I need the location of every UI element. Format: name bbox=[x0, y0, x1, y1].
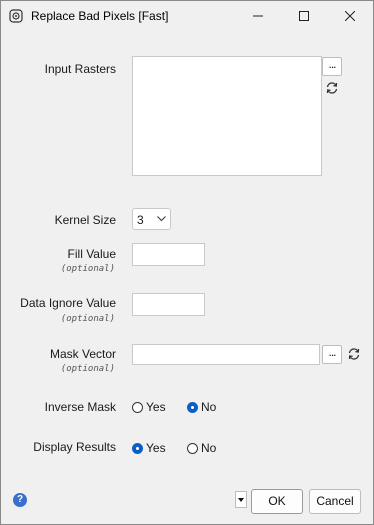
display-results-no-label: No bbox=[201, 441, 217, 455]
fill-value-input[interactable] bbox=[132, 243, 205, 266]
mask-vector-optional: (optional) bbox=[60, 364, 115, 374]
display-results-yes-label: Yes bbox=[146, 441, 166, 455]
display-results-no-radio[interactable]: No bbox=[187, 441, 216, 455]
inverse-mask-yes-label: Yes bbox=[146, 400, 166, 414]
title-bar: Replace Bad Pixels [Fast] bbox=[1, 1, 373, 31]
caret-down-icon bbox=[238, 498, 244, 502]
radio-checked-icon bbox=[187, 401, 198, 413]
data-ignore-value-optional: (optional) bbox=[60, 314, 115, 324]
fill-value-optional: (optional) bbox=[60, 264, 115, 274]
kernel-size-value: 3 bbox=[137, 213, 144, 227]
chevron-down-icon bbox=[157, 216, 166, 222]
options-dropdown-button[interactable] bbox=[235, 491, 247, 508]
dialog-window: Replace Bad Pixels [Fast] Input Rasters … bbox=[0, 0, 374, 525]
mask-vector-input[interactable] bbox=[132, 344, 320, 365]
data-ignore-value-input[interactable] bbox=[132, 293, 205, 316]
maximize-button[interactable] bbox=[281, 1, 327, 31]
inverse-mask-no-radio[interactable]: No bbox=[187, 400, 216, 414]
ok-button[interactable]: OK bbox=[251, 489, 303, 514]
refresh-icon[interactable] bbox=[325, 81, 339, 95]
refresh-icon[interactable] bbox=[347, 347, 361, 361]
display-results-yes-radio[interactable]: Yes bbox=[132, 441, 166, 455]
inverse-mask-no-label: No bbox=[201, 400, 217, 414]
close-button[interactable] bbox=[327, 1, 373, 31]
input-rasters-list[interactable] bbox=[132, 56, 322, 176]
maximize-icon bbox=[299, 11, 309, 21]
minimize-button[interactable] bbox=[235, 1, 281, 31]
tool-dialog-icon bbox=[9, 9, 23, 23]
fill-value-label: Fill Value bbox=[67, 247, 116, 261]
minimize-icon bbox=[253, 15, 263, 17]
help-icon[interactable]: ? bbox=[13, 493, 27, 507]
cancel-button[interactable]: Cancel bbox=[309, 489, 361, 514]
input-rasters-label: Input Rasters bbox=[44, 62, 116, 76]
data-ignore-value-label: Data Ignore Value bbox=[20, 296, 116, 310]
mask-vector-browse-button[interactable]: ... bbox=[322, 345, 342, 364]
window-title: Replace Bad Pixels [Fast] bbox=[31, 9, 169, 23]
inverse-mask-label: Inverse Mask bbox=[44, 400, 116, 414]
kernel-size-label: Kernel Size bbox=[54, 213, 116, 227]
radio-unchecked-icon bbox=[132, 401, 143, 413]
input-rasters-browse-button[interactable]: ... bbox=[322, 57, 342, 76]
mask-vector-label: Mask Vector bbox=[49, 347, 116, 361]
radio-unchecked-icon bbox=[187, 442, 198, 454]
radio-checked-icon bbox=[132, 442, 143, 454]
kernel-size-select[interactable]: 3 bbox=[132, 208, 171, 230]
inverse-mask-yes-radio[interactable]: Yes bbox=[132, 400, 166, 414]
display-results-label: Display Results bbox=[33, 440, 116, 454]
close-icon bbox=[345, 11, 355, 21]
